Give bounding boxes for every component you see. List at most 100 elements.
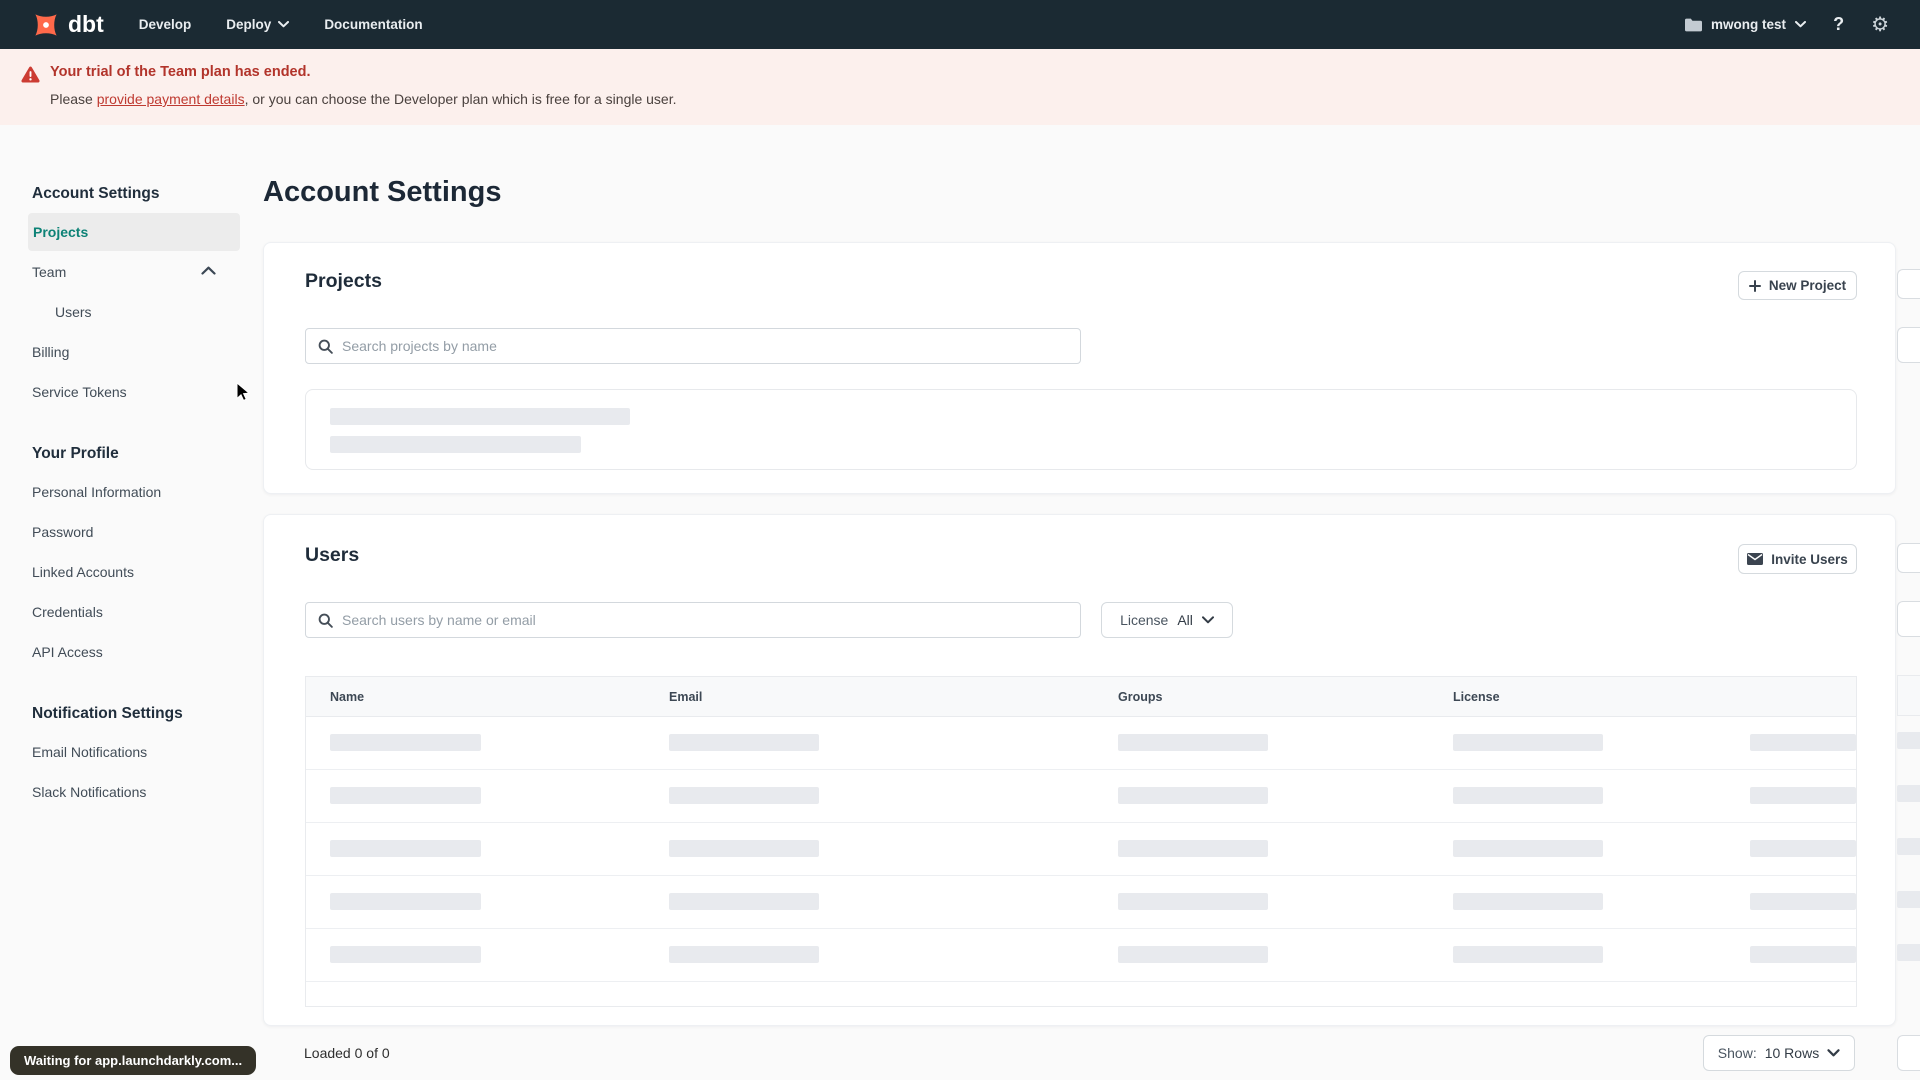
nav-right-group: mwong test ? ⚙ [1685,14,1889,35]
skeleton-bar [669,893,819,910]
skeleton-bar [1453,946,1603,963]
nav-develop[interactable]: Develop [139,17,192,32]
chevron-down-icon [1827,1049,1840,1057]
clipped-edge-fragment [1897,327,1920,363]
projects-heading: Projects [305,270,382,292]
show-rows-value: 10 Rows [1764,1045,1820,1061]
browser-status-tooltip: Waiting for app.launchdarkly.com... [10,1046,257,1075]
account-switcher[interactable]: mwong test [1685,17,1807,32]
show-rows-label: Show: [1717,1045,1757,1061]
skeleton-bar [1750,893,1856,910]
sidebar-item-users[interactable]: Users [55,302,92,322]
license-filter-dropdown[interactable]: License All [1101,602,1233,638]
skeleton-bar [1453,893,1603,910]
sidebar-item-billing[interactable]: Billing [32,342,69,362]
column-header-license: License [1453,690,1500,704]
warning-icon [21,66,40,83]
nav-deploy-label: Deploy [226,17,272,32]
users-table: Name Email Groups License [305,676,1857,1007]
sidebar-item-service-tokens[interactable]: Service Tokens [32,382,127,402]
column-header-email: Email [669,690,703,704]
invite-users-label: Invite Users [1771,551,1848,567]
dbt-logo-icon [35,13,57,36]
users-card: Users Invite Users License All Name [263,514,1896,1026]
new-project-label: New Project [1768,278,1847,293]
license-filter-label: License [1120,612,1169,628]
plus-icon [1748,279,1761,292]
sidebar-item-projects[interactable]: Projects [28,213,240,251]
skeleton-bar [1118,946,1268,963]
clipped-edge-fragment [1897,675,1920,716]
show-rows-dropdown[interactable]: Show: 10 Rows [1703,1035,1855,1071]
projects-loading-placeholder [305,389,1857,470]
folder-icon [1685,18,1703,31]
skeleton-bar [330,787,481,804]
skeleton-bar [330,436,581,453]
banner-body: Please provide payment details, or you c… [50,90,677,109]
skeleton-bar [1118,734,1268,751]
nav-documentation-label: Documentation [324,17,423,32]
sidebar-item-projects-label: Projects [33,224,89,240]
skeleton-bar [669,734,819,751]
chevron-down-icon [1201,616,1214,624]
dbt-logo[interactable]: dbt [31,10,104,40]
table-row [306,770,1856,823]
clipped-edge-fragment [1897,543,1920,573]
column-header-name: Name [330,690,365,704]
search-icon [318,613,333,628]
skeleton-bar [1750,946,1856,963]
invite-users-button[interactable]: Invite Users [1738,544,1857,574]
loaded-count: Loaded 0 of 0 [304,1045,390,1061]
skeleton-bar [1453,787,1603,804]
users-search-input[interactable] [342,612,1068,628]
envelope-icon [1747,553,1764,565]
trial-ended-banner: Your trial of the Team plan has ended. P… [0,49,1920,125]
help-button[interactable]: ? [1833,14,1844,35]
sidebar-item-password[interactable]: Password [32,522,93,542]
skeleton-bar [330,734,481,751]
clipped-edge-fragment [1897,838,1920,855]
skeleton-bar [330,946,481,963]
sidebar-item-credentials[interactable]: Credentials [32,602,103,622]
skeleton-bar [330,893,481,910]
sidebar-item-team[interactable]: Team [32,262,66,282]
clipped-edge-fragment [1897,944,1920,961]
projects-search-input[interactable] [342,338,1068,354]
chevron-down-icon [278,21,290,28]
table-row [306,876,1856,929]
page-title: Account Settings [263,176,502,208]
skeleton-bar [1118,893,1268,910]
skeleton-bar [1118,840,1268,857]
skeleton-bar [330,408,630,425]
sidebar-heading-notification-settings: Notification Settings [32,705,183,722]
top-navbar: dbt Develop Deploy Documentation mwong t… [0,0,1920,49]
nav-develop-label: Develop [138,17,192,32]
nav-documentation[interactable]: Documentation [324,17,422,32]
chevron-up-icon[interactable] [201,266,216,275]
users-table-header: Name Email Groups License [306,677,1856,717]
provide-payment-details-link[interactable]: provide payment details [97,91,245,107]
skeleton-bar [1750,840,1856,857]
sidebar-item-api-access[interactable]: API Access [32,642,103,662]
sidebar-item-slack-notifications[interactable]: Slack Notifications [32,782,146,802]
account-name: mwong test [1711,17,1787,32]
banner-title: Your trial of the Team plan has ended. [50,64,311,80]
new-project-button[interactable]: New Project [1738,271,1857,300]
skeleton-bar [669,946,819,963]
nav-left-group: dbt Develop Deploy Documentation [31,10,423,40]
settings-gear-icon[interactable]: ⚙ [1871,15,1889,35]
banner-body-suffix: , or you can choose the Developer plan w… [244,91,677,107]
table-row [306,929,1856,982]
chevron-down-icon [1795,21,1807,28]
column-header-groups: Groups [1118,690,1163,704]
table-row [306,717,1856,770]
clipped-edge-fragment [1897,732,1920,749]
sidebar-item-email-notifications[interactable]: Email Notifications [32,742,147,762]
sidebar-item-linked-accounts[interactable]: Linked Accounts [32,562,134,582]
projects-search [305,328,1081,364]
sidebar-heading-your-profile: Your Profile [32,445,119,462]
projects-card: Projects New Project [263,242,1896,494]
clipped-edge-fragment [1897,891,1920,908]
nav-deploy[interactable]: Deploy [226,17,290,32]
sidebar-item-personal-information[interactable]: Personal Information [32,482,161,502]
